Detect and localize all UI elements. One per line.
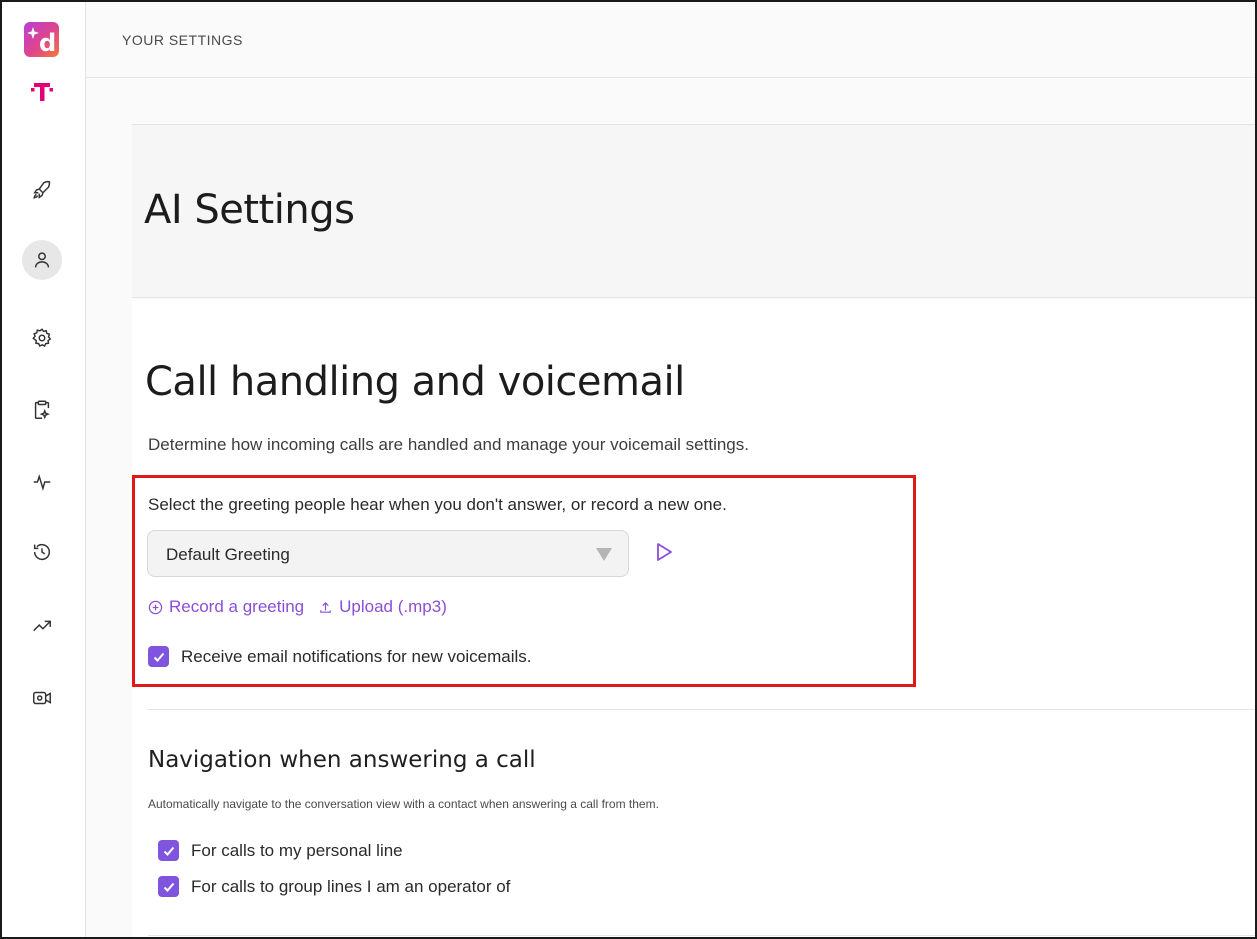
main-content: AI Settings Call handling and voicemail … bbox=[86, 79, 1255, 937]
nav-option-row: For calls to group lines I am an operato… bbox=[158, 876, 510, 897]
sidebar: d bbox=[2, 2, 86, 937]
checkmark-icon bbox=[163, 846, 174, 856]
greeting-actions: Record a greeting Upload (.mp3) bbox=[148, 597, 447, 617]
navigation-description: Automatically navigate to the conversati… bbox=[148, 797, 659, 811]
email-notify-label: Receive email notifications for new voic… bbox=[181, 646, 532, 666]
upload-greeting-label: Upload (.mp3) bbox=[339, 597, 447, 616]
app-logo[interactable]: d bbox=[24, 22, 59, 57]
greeting-select[interactable]: Default Greeting bbox=[147, 530, 629, 577]
personal-line-label: For calls to my personal line bbox=[191, 840, 403, 860]
clipboard-sparkle-icon bbox=[34, 400, 50, 420]
plus-circle-icon bbox=[148, 600, 163, 614]
greeting-prompt: Select the greeting people hear when you… bbox=[148, 495, 727, 514]
sidebar-item-activity[interactable] bbox=[22, 462, 62, 502]
sidebar-item-video-settings[interactable] bbox=[22, 678, 62, 718]
divider bbox=[148, 709, 1255, 710]
pulse-icon bbox=[33, 474, 51, 491]
play-icon[interactable] bbox=[654, 542, 674, 562]
page-title: AI Settings bbox=[144, 187, 355, 233]
logo-letter: d bbox=[39, 29, 56, 57]
divider bbox=[148, 935, 1255, 936]
section-description: Determine how incoming calls are handled… bbox=[148, 435, 749, 454]
app-window: d YOUR SETTINGS AI Settings Call handlin… bbox=[0, 0, 1257, 939]
trending-up-icon bbox=[33, 620, 51, 632]
history-icon bbox=[33, 544, 51, 561]
personal-line-checkbox[interactable] bbox=[158, 840, 179, 861]
sidebar-item-history[interactable] bbox=[22, 532, 62, 572]
gear-icon bbox=[32, 328, 52, 347]
greeting-select-value: Default Greeting bbox=[166, 545, 290, 564]
top-bar: YOUR SETTINGS bbox=[86, 2, 1255, 78]
sidebar-item-ai-tasks[interactable] bbox=[22, 390, 62, 430]
group-lines-checkbox[interactable] bbox=[158, 876, 179, 897]
upload-icon bbox=[320, 601, 331, 613]
section-title: Call handling and voicemail bbox=[145, 359, 685, 405]
sidebar-item-launch[interactable] bbox=[22, 170, 62, 210]
group-lines-label: For calls to group lines I am an operato… bbox=[191, 876, 511, 896]
sidebar-item-profile[interactable] bbox=[22, 240, 62, 280]
sidebar-item-analytics[interactable] bbox=[22, 606, 62, 646]
upload-greeting-link[interactable]: Upload (.mp3) bbox=[318, 597, 447, 617]
record-greeting-link[interactable]: Record a greeting bbox=[148, 597, 304, 617]
call-handling-section: Call handling and voicemail Determine ho… bbox=[132, 299, 1255, 937]
video-gear-icon bbox=[33, 691, 51, 705]
nav-option-row: For calls to my personal line bbox=[158, 840, 403, 861]
navigation-title: Navigation when answering a call bbox=[148, 747, 536, 773]
email-notify-checkbox[interactable] bbox=[148, 646, 169, 667]
page-title-card: AI Settings bbox=[132, 124, 1255, 298]
email-notify-row: Receive email notifications for new voic… bbox=[148, 646, 532, 667]
rocket-icon bbox=[33, 180, 51, 199]
tmobile-logo-icon bbox=[31, 83, 53, 101]
checkmark-icon bbox=[153, 652, 164, 662]
header-title: YOUR SETTINGS bbox=[122, 32, 243, 48]
person-icon bbox=[34, 252, 50, 268]
checkmark-icon bbox=[163, 882, 174, 892]
record-greeting-label: Record a greeting bbox=[169, 597, 305, 616]
chevron-down-icon bbox=[596, 548, 612, 561]
sidebar-item-settings[interactable] bbox=[22, 318, 62, 358]
